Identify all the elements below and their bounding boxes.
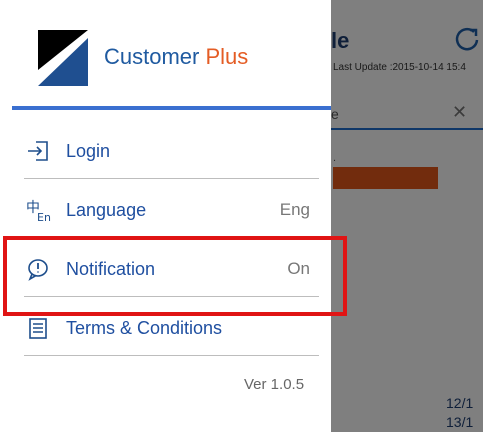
menu-label-terms: Terms & Conditions	[66, 317, 223, 338]
menu-item-login[interactable]: Login	[24, 131, 320, 171]
menu-label-login: Login	[66, 140, 111, 161]
brand-logo	[38, 30, 88, 86]
menu-value-language: Eng	[279, 200, 310, 219]
language-icon: 中 En	[24, 196, 52, 224]
menu-label-language: Language	[66, 199, 147, 220]
version-label: Ver 1.0.5	[244, 376, 305, 393]
header-divider	[12, 106, 331, 110]
menu-divider	[24, 355, 319, 356]
brand-name: Customer	[104, 44, 206, 69]
brand-plus: Plus	[205, 44, 249, 69]
menu-divider	[24, 178, 319, 179]
highlight-box	[3, 236, 347, 316]
login-icon	[24, 137, 52, 165]
document-icon	[24, 314, 52, 342]
navigation-drawer: Customer Plus Login 中 En Language Eng No…	[0, 0, 331, 432]
menu-item-language[interactable]: 中 En Language Eng	[24, 190, 320, 230]
brand-title: Customer Plus	[104, 44, 248, 70]
svg-text:En: En	[37, 211, 51, 223]
